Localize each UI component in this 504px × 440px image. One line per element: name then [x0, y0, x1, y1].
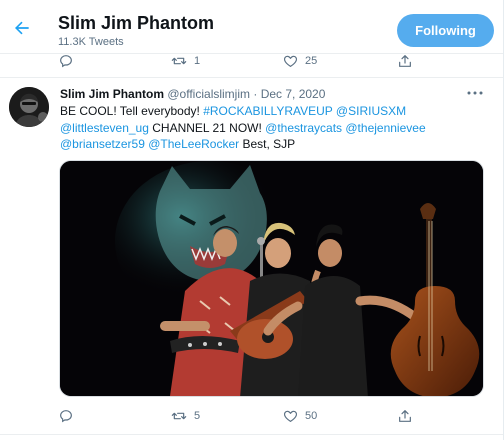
hashtag-link[interactable]: #ROCKABILLYRAVEUP [203, 104, 332, 118]
tweet-author-handle[interactable]: @officialslimjim [167, 87, 250, 101]
tweet-text-segment: CHANNEL 21 NOW! [148, 120, 266, 135]
concert-photo-image [60, 161, 483, 396]
share-icon [399, 55, 411, 67]
mention-link[interactable]: @thejennievee [345, 121, 425, 135]
mention-link[interactable]: @TheLeeRocker [148, 137, 239, 151]
mention-link[interactable]: @thestraycats [265, 121, 342, 135]
tweet-header: Slim Jim Phantom @officialslimjim · Dec … [60, 87, 325, 103]
meta-separator: · [250, 87, 261, 101]
retweet-button[interactable]: 5 [170, 405, 200, 427]
like-count: 25 [305, 55, 318, 67]
mention-link[interactable]: @littlesteven_ug [60, 121, 149, 135]
following-button[interactable]: Following [397, 14, 494, 47]
tweet-author-name[interactable]: Slim Jim Phantom [60, 87, 164, 101]
tweet-text-segment: Best, SJP [239, 137, 296, 151]
tweet-page: Slim Jim Phantom 11.3K Tweets Following … [0, 0, 504, 440]
share-button[interactable] [397, 405, 413, 427]
retweet-count: 5 [194, 410, 201, 422]
profile-header: Slim Jim Phantom 11.3K Tweets Following [0, 0, 503, 54]
more-button[interactable] [466, 86, 484, 100]
back-button[interactable] [8, 14, 36, 42]
avatar[interactable] [9, 87, 49, 127]
tweet-text: BE COOL! Tell everybody! #ROCKABILLYRAVE… [60, 103, 485, 153]
prev-tweet-actions: 1 25 [0, 50, 503, 72]
tweet-count: 11.3K Tweets [58, 36, 124, 48]
avatar-image [9, 87, 49, 127]
like-button[interactable]: 25 [282, 50, 317, 72]
like-button[interactable]: 50 [282, 405, 317, 427]
heart-icon [283, 410, 298, 422]
tweet-divider [0, 77, 503, 78]
arrow-left-icon [15, 21, 29, 35]
more-icon [467, 91, 483, 95]
mention-link[interactable]: @briansetzer59 [60, 137, 145, 151]
reply-icon [60, 55, 72, 68]
like-count: 50 [305, 410, 318, 422]
mention-link[interactable]: @SIRIUSXM [336, 104, 406, 118]
reply-button[interactable] [58, 405, 80, 427]
retweet-button[interactable]: 1 [170, 50, 200, 72]
reply-icon [60, 410, 72, 423]
reply-button[interactable] [58, 50, 80, 72]
retweet-icon [171, 57, 187, 65]
heart-icon [283, 55, 298, 67]
tweet-actions: 5 50 [0, 405, 503, 427]
profile-name: Slim Jim Phantom [58, 13, 215, 33]
tweet-date[interactable]: Dec 7, 2020 [261, 87, 326, 101]
retweet-count: 1 [194, 55, 201, 67]
share-button[interactable] [397, 50, 413, 72]
tweet-divider [0, 434, 503, 435]
share-icon [399, 410, 411, 422]
retweet-icon [171, 412, 187, 420]
tweet-text-segment: BE COOL! Tell everybody! [60, 104, 204, 118]
tweet-photo[interactable] [59, 160, 484, 397]
